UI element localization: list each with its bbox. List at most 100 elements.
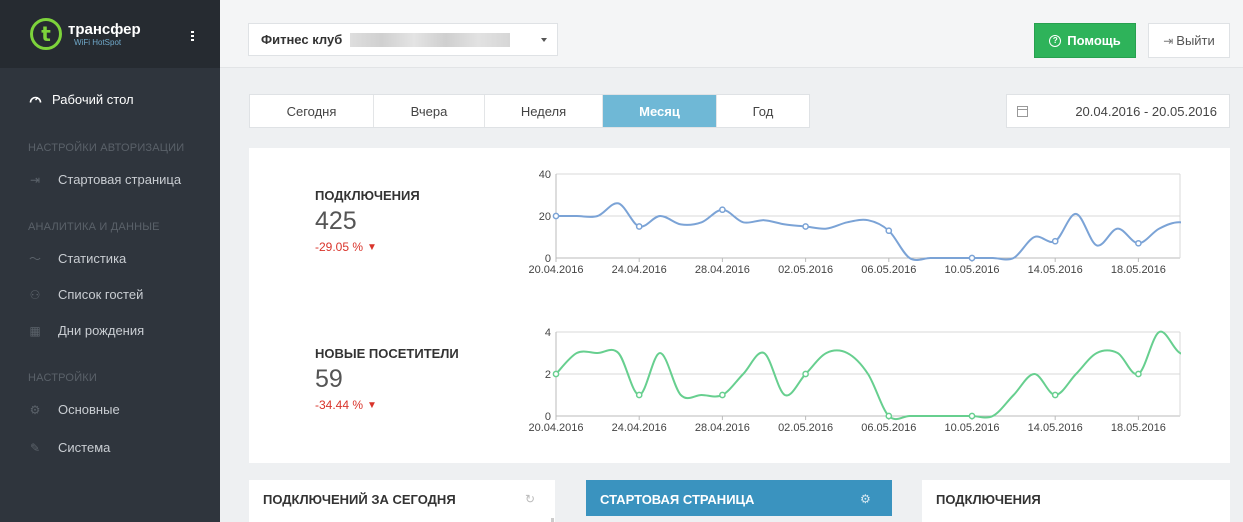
data-point	[968, 412, 976, 420]
tab-label: Сегодня	[286, 103, 337, 119]
x-tick-label: 20.04.2016	[528, 264, 583, 276]
data-point	[1135, 239, 1142, 247]
sidebar-item-label: Стартовая страница	[58, 172, 182, 187]
sidebar-heading-settings: НАСТРОЙКИ	[28, 372, 98, 384]
x-tick-label: 02.05.2016	[778, 264, 833, 276]
logo-icon[interactable]: t	[30, 18, 62, 50]
date-range-text: 20.04.2016 - 20.05.2016	[1075, 103, 1217, 119]
sidebar-item-label: Рабочий стол	[52, 92, 134, 107]
kebab-menu-icon[interactable]	[191, 31, 194, 41]
x-tick-label: 14.05.2016	[1028, 264, 1083, 276]
tab-today[interactable]: Сегодня	[250, 95, 374, 127]
sidebar-item-label: Список гостей	[58, 287, 144, 302]
y-tick-label: 20	[539, 211, 551, 223]
data-point	[719, 391, 726, 399]
metric-delta: -34.44 % ▼	[315, 398, 459, 412]
sidebar-item-general[interactable]: ⚙ Основные	[28, 402, 120, 417]
sidebar-item-guests[interactable]: ⚇ Список гостей	[28, 287, 144, 302]
tab-label: Год	[752, 103, 774, 119]
help-button-label: Помощь	[1067, 33, 1121, 48]
arrow-down-icon: ▼	[367, 399, 377, 411]
tab-label: Вчера	[410, 103, 448, 119]
data-point	[802, 223, 809, 230]
tab-year[interactable]: Год	[717, 95, 809, 127]
widget-connections: ПОДКЛЮЧЕНИЯ	[922, 480, 1230, 522]
metric-new-visitors: НОВЫЕ ПОСЕТИТЕЛИ 59 -34.44 % ▼	[315, 346, 459, 412]
metric-title: НОВЫЕ ПОСЕТИТЕЛИ	[315, 346, 459, 361]
calendar-icon	[1017, 105, 1028, 117]
club-select[interactable]: Фитнес клуб	[248, 23, 558, 56]
data-point	[802, 370, 809, 378]
data-point	[552, 370, 560, 378]
connections-chart-svg: 0204020.04.2016 24.04.2016 28.04.2016 02.05…	[528, 169, 1243, 276]
logout-button-label: Выйти	[1176, 33, 1215, 48]
metric-value: 425	[315, 207, 357, 235]
logo-subtitle: WiFi HotSpot	[74, 37, 122, 47]
arrow-down-icon: ▼	[367, 241, 377, 253]
club-select-label: Фитнес клуб	[261, 32, 343, 47]
data-point	[635, 391, 643, 399]
widget-title: СТАРТОВАЯ СТРАНИЦА	[600, 492, 755, 507]
login-icon: ⇥	[29, 172, 41, 187]
sidebar: t трансфер WiFi HotSpot Рабочий стол НАС…	[0, 0, 220, 522]
wrench-icon: ✎	[29, 440, 41, 455]
sidebar-item-dashboard[interactable]: Рабочий стол	[28, 92, 134, 107]
x-tick-label: 18.05.2016	[1111, 264, 1166, 276]
new-visitors-chart: 0 2 4 20.04.2016 24.04.2016 28.04.2016 02.05.2…	[521, 324, 1225, 441]
sidebar-item-system[interactable]: ✎ Система	[28, 440, 110, 455]
logo: трансфер WiFi HotSpot	[68, 22, 141, 47]
data-point	[885, 412, 893, 420]
widget-start-page: СТАРТОВАЯ СТРАНИЦА ⚙	[586, 480, 892, 516]
gear-icon[interactable]: ⚙	[860, 492, 871, 506]
metric-delta: -29.05 % ▼	[315, 240, 420, 254]
metric-title: ПОДКЛЮЧЕНИЯ	[315, 188, 420, 203]
data-point	[719, 206, 726, 214]
y-tick-label: 4	[545, 327, 551, 339]
data-point	[885, 227, 893, 235]
date-range-picker[interactable]: 20.04.2016 - 20.05.2016	[1006, 94, 1230, 128]
header: Фитнес клуб ? Помощь ⇥ Выйти	[220, 0, 1243, 68]
series-line	[556, 202, 1243, 261]
gear-icon: ⚙	[29, 402, 41, 417]
metric-value: 59	[315, 365, 343, 393]
logo-letter: t	[41, 22, 51, 46]
metric-connections: ПОДКЛЮЧЕНИЯ 425 -29.05 % ▼	[315, 188, 420, 254]
logout-icon: ⇥	[1163, 33, 1174, 48]
x-tick-label: 06.05.2016	[861, 422, 916, 434]
logout-button[interactable]: ⇥ Выйти	[1148, 23, 1230, 58]
data-point	[552, 212, 560, 220]
widget-scrollbar[interactable]	[551, 518, 554, 522]
sidebar-item-label: Статистика	[58, 251, 127, 266]
x-tick-label: 06.05.2016	[861, 264, 916, 276]
refresh-icon[interactable]: ↻	[525, 492, 535, 506]
help-button[interactable]: ? Помощь	[1034, 23, 1136, 58]
data-point	[635, 223, 643, 230]
data-point	[1051, 237, 1059, 245]
connections-chart: 0 20 40 20.04.2016 24.04.2016 28.04.2016 02.05…	[521, 166, 1243, 283]
y-tick-label: 2	[545, 369, 551, 381]
series-line	[555, 330, 1223, 421]
tab-yesterday[interactable]: Вчера	[374, 95, 485, 127]
metric-delta-value: -34.44 %	[315, 398, 364, 412]
x-tick-label: 28.04.2016	[695, 422, 750, 434]
sidebar-item-start-page[interactable]: ⇥ Стартовая страница	[28, 172, 181, 187]
tab-week[interactable]: Неделя	[485, 95, 603, 127]
x-tick-label: 24.04.2016	[612, 422, 667, 434]
widget-title: ПОДКЛЮЧЕНИЯ	[936, 492, 1041, 507]
data-point	[1051, 391, 1059, 399]
x-tick-label: 10.05.2016	[944, 422, 999, 434]
stats-panel: ПОДКЛЮЧЕНИЯ 425 -29.05 % ▼ НОВЫЕ ПОСЕТИТ…	[249, 148, 1243, 463]
y-tick-label: 40	[539, 169, 551, 181]
sidebar-item-birthdays[interactable]: ▦ Дни рождения	[28, 323, 144, 338]
sidebar-item-statistics[interactable]: 〜 Статистика	[28, 251, 126, 266]
club-name-redacted	[350, 32, 511, 47]
data-point	[1135, 370, 1142, 378]
sidebar-item-label: Основные	[58, 402, 120, 417]
tab-month[interactable]: Месяц	[603, 95, 717, 127]
sidebar-item-label: Система	[58, 440, 111, 455]
new-visitors-chart-svg: 02420.04.2016 24.04.2016 28.04.2016 02.05.2…	[528, 327, 1225, 434]
x-tick-label: 24.04.2016	[612, 264, 667, 276]
sidebar-heading-auth: НАСТРОЙКИ АВТОРИЗАЦИИ	[28, 142, 185, 154]
x-tick-label: 28.04.2016	[695, 264, 750, 276]
line-chart-icon: 〜	[28, 252, 41, 266]
